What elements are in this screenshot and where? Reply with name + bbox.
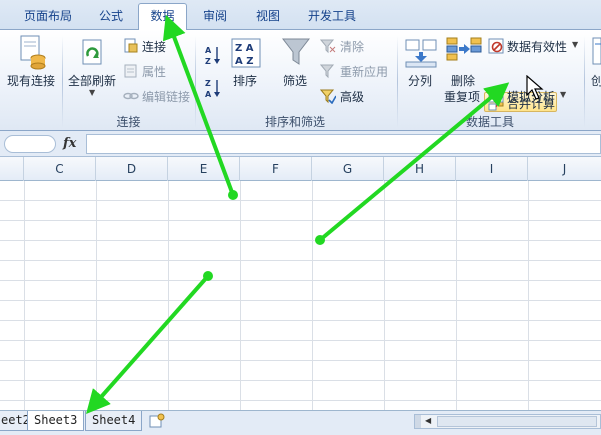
svg-text:Z: Z <box>205 79 211 88</box>
tab-view[interactable]: 视图 <box>245 4 291 30</box>
remove-duplicates-sublabel: 重复项 <box>444 90 481 104</box>
column-header-j[interactable]: J <box>528 157 601 181</box>
ribbon: 现有连接 全部刷新 ▼ 连接 属性 编辑链接 连接 A Z Z A Z A A … <box>0 30 601 131</box>
group-label-sort-filter: 排序和筛选 <box>264 115 325 129</box>
connections-icon <box>124 38 138 53</box>
column-header-partial[interactable] <box>0 157 24 181</box>
name-box[interactable] <box>4 135 56 153</box>
connections-label: 连接 <box>142 40 167 54</box>
grid-column-line <box>528 181 529 410</box>
scroll-left-icon[interactable]: ◀ <box>425 416 431 425</box>
column-header-d[interactable]: D <box>96 157 168 181</box>
cell-grid[interactable] <box>0 181 601 410</box>
what-if-icon <box>488 87 504 103</box>
refresh-icon <box>82 39 102 65</box>
grid-column-line <box>312 181 313 410</box>
link-icon <box>123 92 139 100</box>
group-label-data-tools: 数据工具 <box>465 115 514 129</box>
properties-icon <box>124 64 137 78</box>
advanced-filter-icon <box>320 89 336 104</box>
sort-za-icon: Z A <box>205 79 220 99</box>
column-header-f[interactable]: F <box>240 157 312 181</box>
scrollbar-split-handle[interactable] <box>415 415 421 428</box>
grid-column-line <box>384 181 385 410</box>
tab-formulas[interactable]: 公式 <box>88 4 134 30</box>
refresh-all-label: 全部刷新 <box>68 74 117 88</box>
text-to-columns-icon <box>405 39 437 68</box>
grid-column-line <box>24 181 25 410</box>
chevron-down-icon: ▼ <box>89 88 96 97</box>
text-to-columns-label: 分列 <box>408 74 433 88</box>
sort-az-icon: A Z <box>205 46 220 66</box>
filter-funnel-icon <box>281 38 311 65</box>
insert-function-icon[interactable]: fx <box>63 136 76 151</box>
remove-duplicates-label: 删除 <box>451 74 476 88</box>
column-header-e[interactable]: E <box>168 157 240 181</box>
insert-sheet-icon[interactable] <box>148 413 166 429</box>
existing-connection-label: 现有连接 <box>7 74 56 88</box>
tab-page-layout[interactable]: 页面布局 <box>14 4 82 30</box>
edit-links-label: 编辑链接 <box>142 90 191 104</box>
chevron-down-icon: ▼ <box>572 40 579 49</box>
reapply-filter-icon <box>320 64 335 79</box>
grid-column-line <box>240 181 241 410</box>
sheet-tab-bar: eet2 Sheet3 Sheet4 ◀ <box>0 410 601 435</box>
grid-column-line <box>168 181 169 410</box>
sheet-tab-sheet3[interactable]: Sheet3 <box>27 411 85 431</box>
column-header-h[interactable]: H <box>384 157 456 181</box>
column-header-c[interactable]: C <box>24 157 96 181</box>
sort-label: 排序 <box>233 74 258 88</box>
svg-text:Z A: Z A <box>235 43 254 54</box>
advanced-filter-label: 高级 <box>340 90 365 104</box>
mouse-cursor-icon <box>526 75 544 100</box>
scrollbar-thumb[interactable] <box>437 416 597 427</box>
group-label-connections: 连接 <box>116 115 141 129</box>
tab-data[interactable]: 数据 <box>138 3 187 31</box>
grid-column-line <box>96 181 97 410</box>
tab-developer[interactable]: 开发工具 <box>298 4 366 30</box>
column-header-g[interactable]: G <box>312 157 384 181</box>
svg-text:Z: Z <box>205 57 211 66</box>
svg-text:A: A <box>205 90 212 99</box>
properties-label: 属性 <box>142 65 167 79</box>
create-group-icon <box>592 37 601 65</box>
sort-dialog-icon: Z A A Z <box>231 38 261 68</box>
create-group-label: 创 <box>591 74 601 88</box>
horizontal-scrollbar[interactable]: ◀ <box>414 414 601 429</box>
clear-filter-label: 清除 <box>340 40 365 54</box>
formula-input[interactable] <box>86 134 601 154</box>
column-header-row: C D E F G H I J <box>0 157 601 181</box>
svg-text:A: A <box>205 46 212 55</box>
svg-text:A Z: A Z <box>235 56 253 67</box>
formula-bar: fx <box>0 131 601 157</box>
group-separator <box>584 36 585 128</box>
remove-duplicates-icon <box>446 37 482 61</box>
tab-review[interactable]: 审阅 <box>192 4 238 30</box>
grid-column-line <box>456 181 457 410</box>
filter-label: 筛选 <box>283 74 308 88</box>
sheet-tab-sheet4[interactable]: Sheet4 <box>85 411 143 431</box>
clear-filter-icon <box>320 39 336 54</box>
column-header-i[interactable]: I <box>456 157 528 181</box>
reapply-filter-label: 重新应用 <box>340 65 389 79</box>
data-validation-label: 数据有效性 <box>507 40 568 54</box>
chevron-down-icon: ▼ <box>560 90 567 99</box>
data-validation-icon <box>488 38 504 54</box>
existing-connection-icon <box>20 35 46 70</box>
ribbon-tab-bar: 页面布局 公式 数据 审阅 视图 开发工具 <box>0 0 601 31</box>
